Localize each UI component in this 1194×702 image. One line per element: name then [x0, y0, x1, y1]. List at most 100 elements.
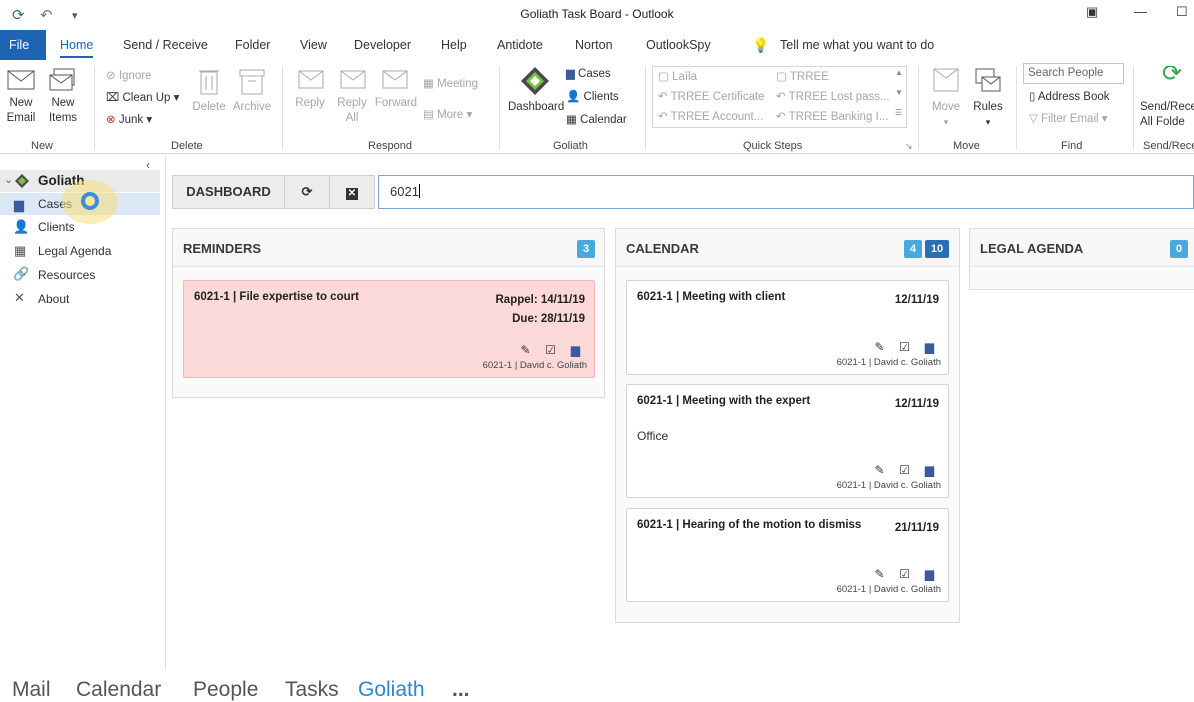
minimize-icon[interactable]: — [1134, 4, 1147, 19]
maximize-icon[interactable]: ☐ [1176, 4, 1188, 20]
search-people-input[interactable]: Search People [1023, 63, 1124, 84]
checkbox-icon[interactable]: ☑ [892, 567, 917, 581]
lightbulb-icon: 💡 [752, 37, 770, 53]
dashboard-button[interactable]: Dashboard [508, 66, 565, 115]
trash-icon [199, 70, 219, 95]
clean-up-button[interactable]: ⌧ Clean Up ▾ [106, 90, 179, 104]
checkbox-icon[interactable]: ☑ [892, 463, 917, 477]
quick-step-trree-account[interactable]: ↶ TRREE Account... [658, 109, 763, 123]
more-modules-button[interactable]: ... [452, 678, 470, 702]
calendar-card[interactable]: 6021-1 | Meeting with client 12/11/19 ✎ ☑… [626, 280, 949, 375]
quick-step-trree-banking[interactable]: ↶ TRREE Banking I... [776, 109, 888, 123]
new-email-button[interactable]: New Email [4, 68, 38, 126]
reply-all-label: Reply All [337, 97, 367, 124]
folder-icon[interactable]: ▆ [563, 343, 588, 357]
module-tasks[interactable]: Tasks [285, 678, 339, 702]
tab-antidote[interactable]: Antidote [497, 38, 543, 52]
tab-developer[interactable]: Developer [354, 38, 411, 52]
quick-step-label: TRREE Account... [670, 111, 764, 123]
panel-title: REMINDERS [183, 241, 262, 256]
file-tab[interactable]: File [0, 30, 46, 60]
edit-icon[interactable]: ✎ [513, 343, 538, 357]
card-date: 21/11/19 [894, 522, 939, 534]
more-icon: ▤ [423, 109, 438, 121]
module-calendar[interactable]: Calendar [76, 678, 161, 702]
archive-button[interactable]: Archive [231, 66, 273, 115]
checkbox-icon[interactable]: ☑ [538, 343, 563, 357]
panel-header: CALENDAR 4 10 [616, 229, 959, 267]
move-button[interactable]: Move ▾ [928, 66, 964, 130]
delete-button[interactable]: Delete [191, 66, 227, 115]
nav-item-about[interactable]: ✕ About [0, 288, 160, 310]
quick-steps-scroll-up-icon[interactable]: ▲ [895, 68, 903, 77]
refresh-button[interactable]: ⟳ [284, 175, 330, 209]
dashboard-button-main[interactable]: DASHBOARD [172, 175, 285, 209]
tab-folder[interactable]: Folder [235, 38, 270, 52]
quick-step-laila[interactable]: ▢ Laïla [658, 69, 697, 83]
tab-help[interactable]: Help [441, 38, 467, 52]
ribbon-separator [94, 66, 95, 150]
edit-icon[interactable]: ✎ [867, 340, 892, 354]
edit-icon[interactable]: ✎ [867, 463, 892, 477]
checkbox-icon[interactable]: ☑ [892, 340, 917, 354]
reminder-card[interactable]: 6021-1 | File expertise to court Rappel:… [183, 280, 595, 378]
folder-icon[interactable]: ▆ [917, 567, 942, 581]
junk-button[interactable]: ⊗ Junk ▾ [106, 112, 152, 126]
tab-send-receive[interactable]: Send / Receive [123, 38, 208, 52]
card-date: 12/11/19 [894, 294, 939, 306]
folder-icon[interactable]: ▆ [917, 463, 942, 477]
tab-outlookspy[interactable]: OutlookSpy [646, 38, 711, 52]
module-goliath[interactable]: Goliath [358, 678, 425, 702]
reply-arrow-icon: ↶ [776, 111, 789, 123]
calendar-icon: ▦ [566, 114, 581, 126]
tab-view[interactable]: View [300, 38, 327, 52]
forward-button[interactable]: Forward [374, 68, 418, 111]
clear-search-button[interactable]: ✕ [329, 175, 375, 209]
ribbon-separator [282, 66, 283, 150]
calendar-ribbon-button[interactable]: ▦ Calendar [566, 112, 627, 126]
quick-step-trree-certificate[interactable]: ↶ TRREE Certificate [658, 89, 765, 103]
rules-button[interactable]: Rules ▾ [970, 66, 1006, 130]
cases-ribbon-label: Cases [578, 68, 611, 80]
reply-all-button[interactable]: Reply All [333, 68, 371, 126]
quick-steps-expand-icon[interactable]: ☰ [895, 108, 902, 117]
quick-steps-dialog-launcher-icon[interactable]: ↘ [905, 141, 913, 152]
clients-ribbon-button[interactable]: 👤 Clients [566, 89, 619, 103]
meeting-button[interactable]: ▦ Meeting [423, 76, 478, 90]
quick-step-label: Laïla [672, 71, 697, 83]
ignore-button[interactable]: ⊘ Ignore [106, 68, 151, 82]
quick-step-trree[interactable]: ▢ TRREE [776, 69, 829, 83]
reply-button[interactable]: Reply [292, 68, 328, 111]
address-book-button[interactable]: ▯ Address Book [1029, 89, 1110, 103]
dashboard-label: Dashboard [508, 101, 565, 113]
edit-icon[interactable]: ✎ [867, 567, 892, 581]
group-label-send-receive: Send/Rece [1143, 140, 1194, 152]
calendar-card[interactable]: 6021-1 | Hearing of the motion to dismis… [626, 508, 949, 602]
folder-icon[interactable]: ▆ [917, 340, 942, 354]
card-footer: 6021-1 | David c. Goliath [836, 584, 941, 595]
dashboard-search-input[interactable]: 6021 [378, 175, 1194, 209]
tab-home[interactable]: Home [60, 38, 94, 58]
quick-steps-scroll-down-icon[interactable]: ▼ [895, 88, 903, 97]
calendar-card[interactable]: 6021-1 | Meeting with the expert 12/11/1… [626, 384, 949, 498]
tell-me-search[interactable]: Tell me what you want to do [780, 38, 934, 52]
clients-icon: 👤 [13, 219, 30, 234]
cases-ribbon-button[interactable]: ▆ Cases [566, 66, 611, 80]
ribbon-display-options-icon[interactable]: ▣ [1086, 4, 1098, 20]
nav-item-legal-agenda[interactable]: ▦ Legal Agenda [0, 240, 160, 262]
new-items-button[interactable]: New Items [44, 68, 82, 126]
card-actions: ✎ ☑ ▆ [867, 567, 942, 581]
refresh-icon: ⟳ [301, 184, 313, 199]
expand-chevron-icon[interactable]: ⌄ [4, 173, 13, 186]
panel-header: REMINDERS 3 [173, 229, 604, 267]
quick-step-trree-lost-pass[interactable]: ↶ TRREE Lost pass... [776, 89, 890, 103]
filter-email-button[interactable]: ▽ Filter Email ▾ [1029, 111, 1108, 125]
send-receive-all-button[interactable]: ⟳ Send/Rece All Folde [1140, 66, 1194, 130]
reminders-panel: REMINDERS 3 6021-1 | File expertise to c… [172, 228, 605, 398]
legal-agenda-count-badge: 0 [1170, 240, 1188, 258]
nav-item-resources[interactable]: 🔗 Resources [0, 264, 160, 286]
more-respond-button[interactable]: ▤ More ▾ [423, 107, 472, 121]
tab-norton[interactable]: Norton [575, 38, 613, 52]
module-people[interactable]: People [193, 678, 258, 702]
module-mail[interactable]: Mail [12, 678, 51, 702]
